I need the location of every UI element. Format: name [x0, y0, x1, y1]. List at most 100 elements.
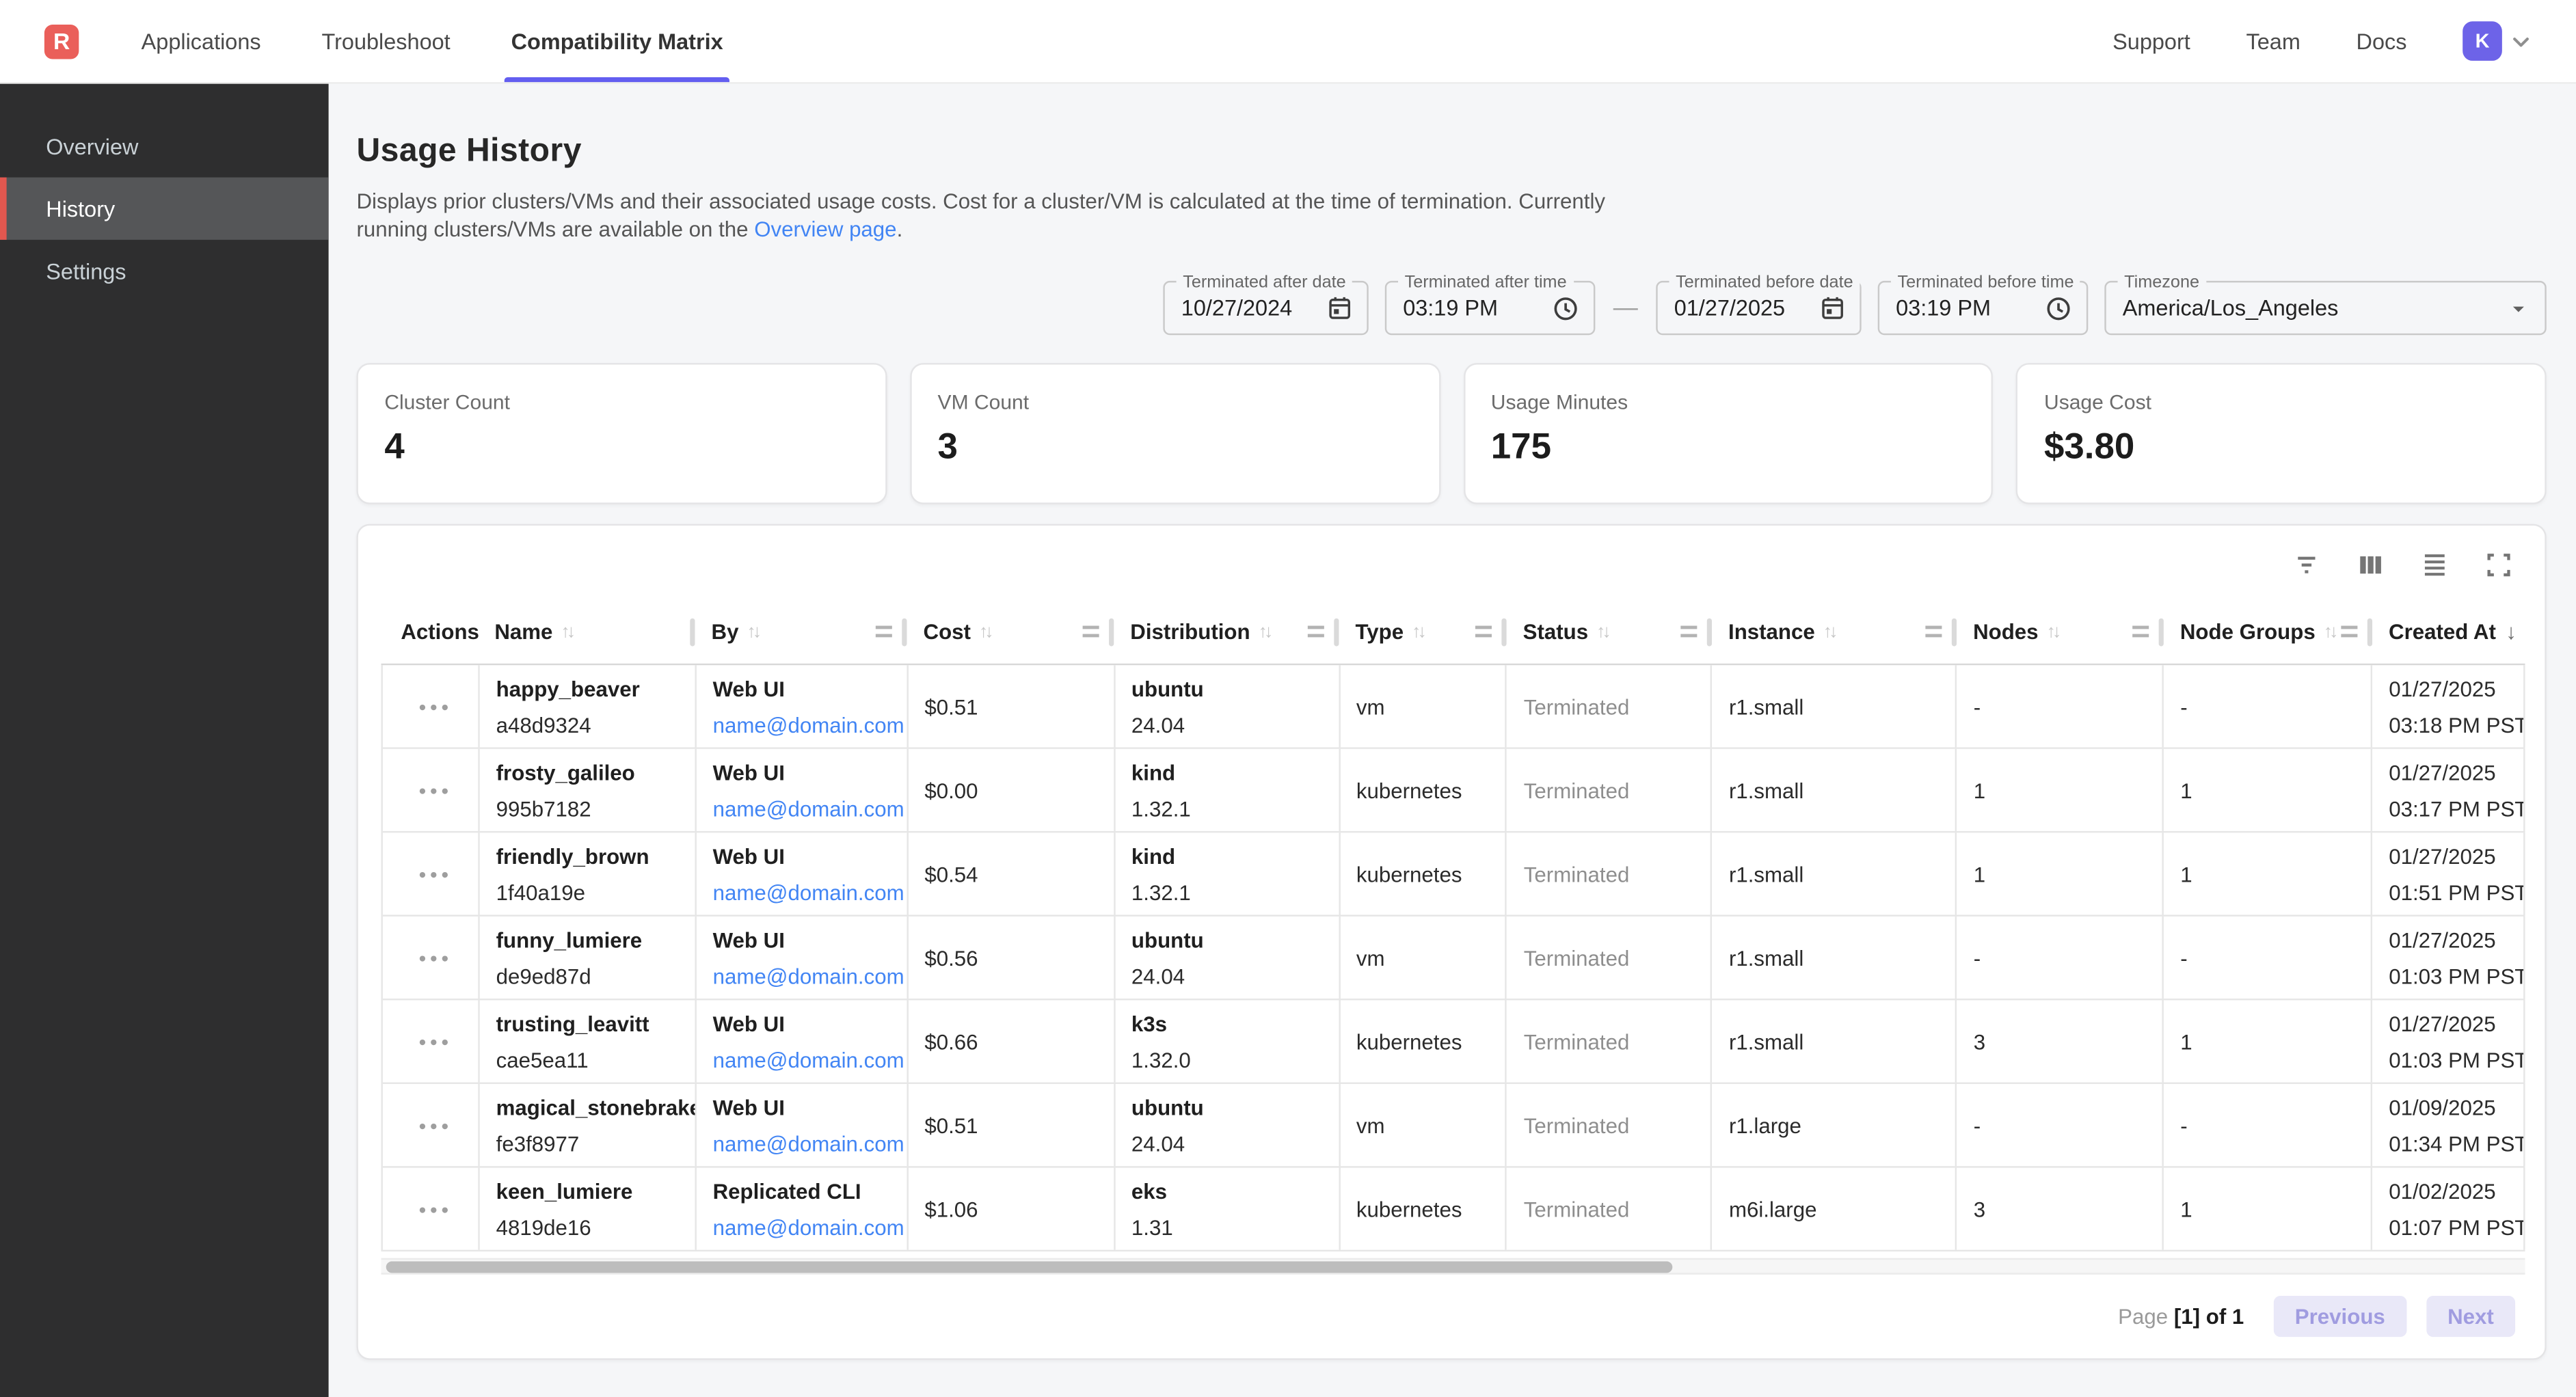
sort-icon[interactable]: ↑↓: [1412, 622, 1423, 642]
column-header-distribution[interactable]: Distribution↑↓: [1114, 599, 1339, 664]
created-by-source: Web UI: [713, 1011, 897, 1035]
tab-applications[interactable]: Applications: [138, 0, 265, 82]
stat-label: VM Count: [938, 391, 1412, 414]
created-by-email[interactable]: name@domain.com: [713, 1047, 897, 1072]
sidebar-item-settings[interactable]: Settings: [0, 240, 329, 302]
column-menu-icon[interactable]: [1475, 626, 1492, 638]
sort-icon[interactable]: ↑↓: [1596, 622, 1608, 642]
column-header-cost[interactable]: Cost↑↓: [907, 599, 1114, 664]
cell-actions: ●●●: [383, 665, 480, 747]
column-separator[interactable]: [1707, 618, 1712, 646]
fullscreen-icon[interactable]: [2484, 550, 2513, 580]
usage-table-card: ActionsName↑↓By↑↓Cost↑↓Distribution↑↓Typ…: [356, 524, 2546, 1360]
overview-page-link[interactable]: Overview page: [754, 217, 896, 241]
cell-name: trusting_leavittcae5ea11: [480, 1000, 697, 1082]
sort-icon[interactable]: ↑↓: [561, 622, 572, 642]
cell-nodes: 3: [1957, 1168, 2164, 1250]
filter-timezone-select[interactable]: TimezoneAmerica/Los_Angeles: [2104, 281, 2546, 335]
created-by-email[interactable]: name@domain.com: [713, 1131, 897, 1156]
column-header-type[interactable]: Type↑↓: [1339, 599, 1506, 664]
column-separator[interactable]: [1334, 618, 1339, 646]
created-by-email[interactable]: name@domain.com: [713, 880, 897, 904]
column-separator[interactable]: [1109, 618, 1114, 646]
column-menu-icon[interactable]: [1308, 626, 1324, 638]
row-actions-button[interactable]: ●●●: [415, 783, 452, 798]
next-page-button[interactable]: Next: [2426, 1296, 2515, 1337]
created-by-email[interactable]: name@domain.com: [713, 1215, 897, 1239]
calendar-icon[interactable]: [1326, 294, 1354, 322]
cell-cost: $0.51: [908, 1084, 1115, 1166]
sort-icon[interactable]: ↑↓: [979, 622, 991, 642]
column-header-instance[interactable]: Instance↑↓: [1712, 599, 1957, 664]
column-header-name[interactable]: Name ↑↓: [478, 599, 695, 664]
filter-terminated-after-time[interactable]: Terminated after time03:19 PM: [1385, 281, 1596, 335]
sidebar-item-history[interactable]: History: [0, 178, 329, 240]
filter-icon[interactable]: [2292, 550, 2321, 580]
column-label: Name: [494, 619, 552, 644]
row-actions-button[interactable]: ●●●: [415, 1034, 452, 1049]
sort-icon[interactable]: ↑↓: [2047, 622, 2058, 642]
tab-troubleshoot[interactable]: Troubleshoot: [319, 0, 454, 82]
created-by-email[interactable]: name@domain.com: [713, 712, 897, 737]
link-docs[interactable]: Docs: [2357, 29, 2407, 53]
column-header-nodes[interactable]: Nodes↑↓: [1957, 599, 2164, 664]
main-content: Usage History Displays prior clusters/VM…: [329, 84, 2576, 1397]
cell-cost: $0.00: [908, 749, 1115, 831]
filter-terminated-after-date[interactable]: Terminated after date10/27/2024: [1163, 281, 1368, 335]
cell-type: vm: [1340, 917, 1507, 999]
column-separator[interactable]: [902, 618, 907, 646]
created-by-email[interactable]: name@domain.com: [713, 963, 897, 988]
account-menu[interactable]: K: [2463, 21, 2535, 61]
caret-down-icon[interactable]: [2506, 295, 2532, 321]
columns-icon[interactable]: [2356, 550, 2385, 580]
sidebar-item-overview[interactable]: Overview: [0, 115, 329, 177]
tab-compatibility-matrix[interactable]: Compatibility Matrix: [508, 0, 727, 82]
density-icon[interactable]: [2420, 550, 2450, 580]
column-menu-icon[interactable]: [876, 626, 892, 638]
column-menu-icon[interactable]: [1680, 626, 1697, 638]
sort-icon[interactable]: ↑↓: [747, 622, 758, 642]
sort-desc-icon[interactable]: ↓: [2506, 619, 2517, 644]
filter-terminated-before-time[interactable]: Terminated before time03:19 PM: [1878, 281, 2089, 335]
column-header-node-groups[interactable]: Node Groups↑↓: [2164, 599, 2372, 664]
sort-icon[interactable]: ↑↓: [2324, 622, 2335, 642]
avatar[interactable]: K: [2463, 21, 2502, 61]
clock-icon[interactable]: [2043, 293, 2073, 323]
column-header-created-at[interactable]: Created At↓: [2372, 599, 2525, 664]
row-actions-button[interactable]: ●●●: [415, 950, 452, 965]
column-separator[interactable]: [2367, 618, 2372, 646]
column-separator[interactable]: [1501, 618, 1506, 646]
column-menu-icon[interactable]: [1083, 626, 1099, 638]
column-header-by[interactable]: By↑↓: [695, 599, 907, 664]
horizontal-scrollbar-thumb[interactable]: [386, 1262, 1673, 1273]
column-separator[interactable]: [2159, 618, 2164, 646]
cell-distribution: eks1.31: [1115, 1168, 1340, 1250]
previous-page-button[interactable]: Previous: [2274, 1296, 2406, 1337]
horizontal-scrollbar[interactable]: [381, 1258, 2525, 1275]
row-actions-button[interactable]: ●●●: [415, 699, 452, 714]
cell-distribution: ubuntu24.04: [1115, 1084, 1340, 1166]
link-support[interactable]: Support: [2112, 29, 2190, 53]
link-team[interactable]: Team: [2246, 29, 2300, 53]
column-menu-icon[interactable]: [2341, 626, 2357, 638]
filter-terminated-before-date[interactable]: Terminated before date01/27/2025: [1656, 281, 1861, 335]
app-logo[interactable]: R: [44, 24, 79, 58]
column-menu-icon[interactable]: [1925, 626, 1942, 638]
calendar-icon[interactable]: [1819, 294, 1847, 322]
field-label: Terminated before time: [1891, 273, 2080, 293]
row-actions-button[interactable]: ●●●: [415, 1117, 452, 1132]
row-actions-button[interactable]: ●●●: [415, 867, 452, 882]
type-value: kubernetes: [1356, 1197, 1496, 1221]
clock-icon[interactable]: [1551, 293, 1580, 323]
created-by-email[interactable]: name@domain.com: [713, 796, 897, 820]
column-separator[interactable]: [1952, 618, 1957, 646]
column-menu-icon[interactable]: [2132, 626, 2149, 638]
cell-nodes: 3: [1957, 1000, 2164, 1082]
column-header-status[interactable]: Status↑↓: [1507, 599, 1712, 664]
column-separator[interactable]: [690, 618, 695, 646]
chevron-down-icon[interactable]: [2507, 27, 2535, 55]
sort-icon[interactable]: ↑↓: [1259, 622, 1270, 642]
row-actions-button[interactable]: ●●●: [415, 1202, 452, 1217]
main-tabs: Applications Troubleshoot Compatibility Ma…: [138, 0, 727, 82]
sort-icon[interactable]: ↑↓: [1823, 622, 1835, 642]
